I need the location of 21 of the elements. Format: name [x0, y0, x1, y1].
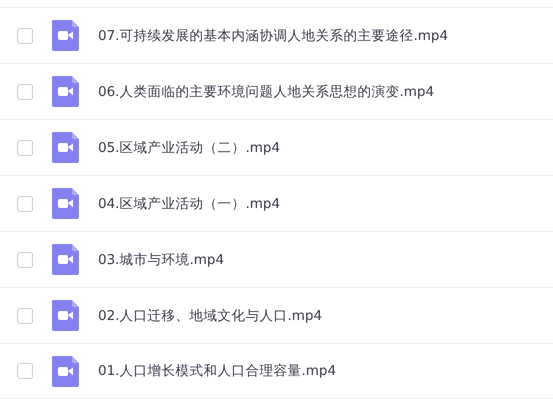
checkbox[interactable]	[17, 363, 33, 379]
file-name[interactable]: 04.区域产业活动（一）.mp4	[98, 194, 280, 212]
file-name[interactable]: 01.人口增长模式和人口合理容量.mp4	[98, 362, 336, 380]
checkbox[interactable]	[17, 196, 33, 212]
video-file-icon	[52, 132, 79, 163]
file-name[interactable]: 02.人口迁移、地域文化与人口.mp4	[98, 306, 322, 324]
video-file-icon	[52, 356, 79, 386]
video-file-icon	[52, 76, 79, 107]
checkbox[interactable]	[17, 308, 33, 324]
checkbox[interactable]	[17, 28, 33, 44]
file-name[interactable]: 07.可持续发展的基本内涵协调人地关系的主要途径.mp4	[98, 26, 448, 44]
checkbox[interactable]	[17, 252, 33, 268]
file-name[interactable]: 06.人类面临的主要环境问题人地关系思想的演变.mp4	[98, 82, 434, 100]
checkbox[interactable]	[17, 84, 33, 100]
video-file-icon	[52, 244, 79, 275]
checkbox[interactable]	[17, 140, 33, 156]
video-file-icon	[52, 300, 79, 331]
video-file-icon	[52, 188, 79, 219]
video-file-icon	[52, 20, 79, 51]
file-name[interactable]: 05.区域产业活动（二）.mp4	[98, 138, 280, 156]
file-name[interactable]: 03.城市与环境.mp4	[98, 250, 224, 268]
